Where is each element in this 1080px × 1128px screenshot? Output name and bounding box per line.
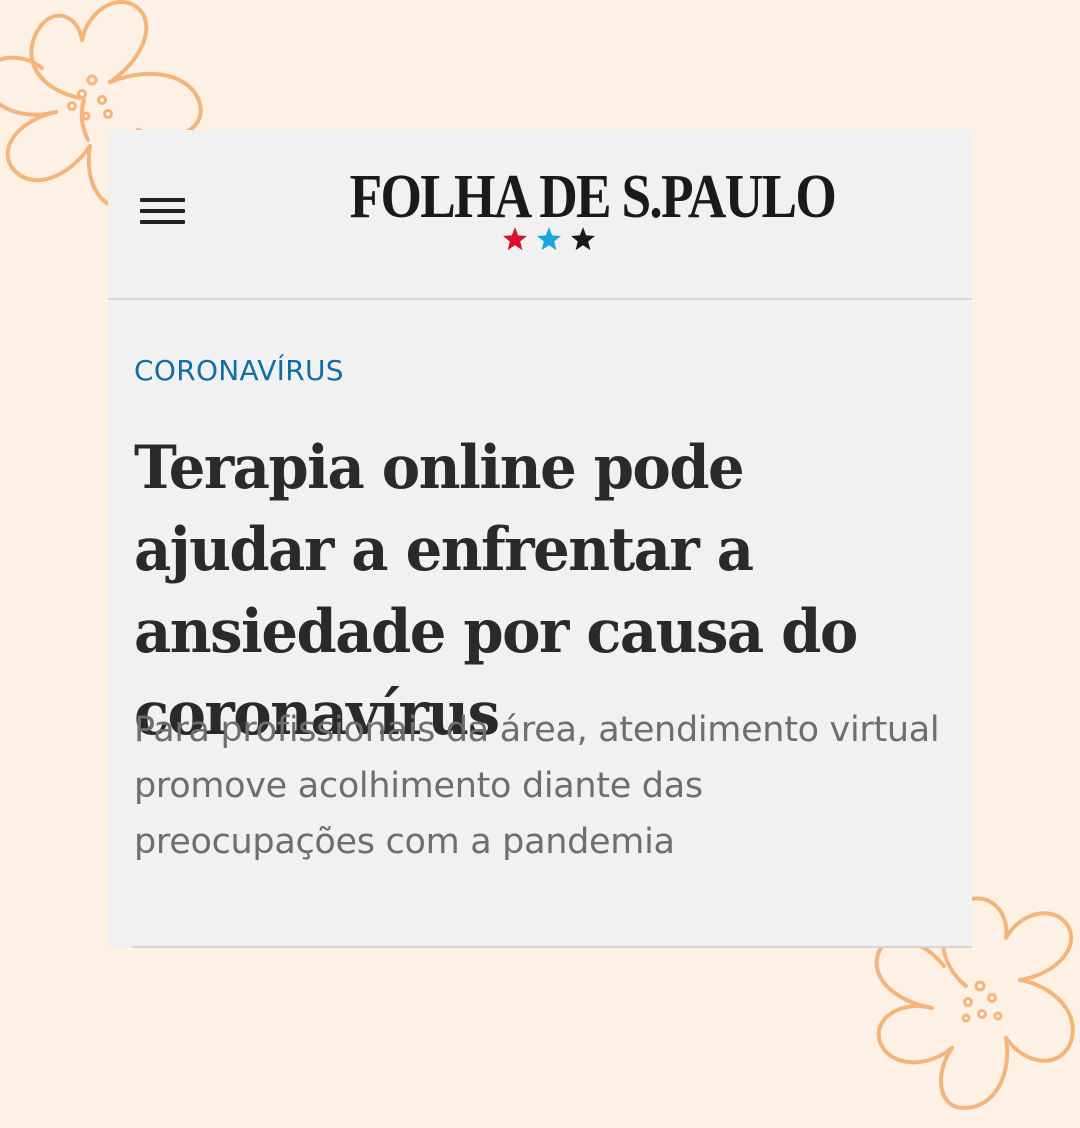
section-kicker[interactable]: CORONAVÍRUS (134, 354, 344, 388)
star-icon (537, 227, 561, 251)
article-card: FOLHA DE S.PAULO CORONAVÍRUS Terapia onl… (108, 130, 972, 948)
site-logo[interactable]: FOLHA DE S.PAULO (350, 164, 837, 230)
article-deck: Para profissionais da área, atendimento … (134, 710, 940, 862)
logo-stars (502, 226, 606, 256)
star-icon (571, 227, 595, 251)
divider (132, 946, 972, 948)
site-header: FOLHA DE S.PAULO (108, 130, 972, 300)
hamburger-menu-icon[interactable] (140, 198, 185, 224)
star-icon (503, 227, 527, 251)
